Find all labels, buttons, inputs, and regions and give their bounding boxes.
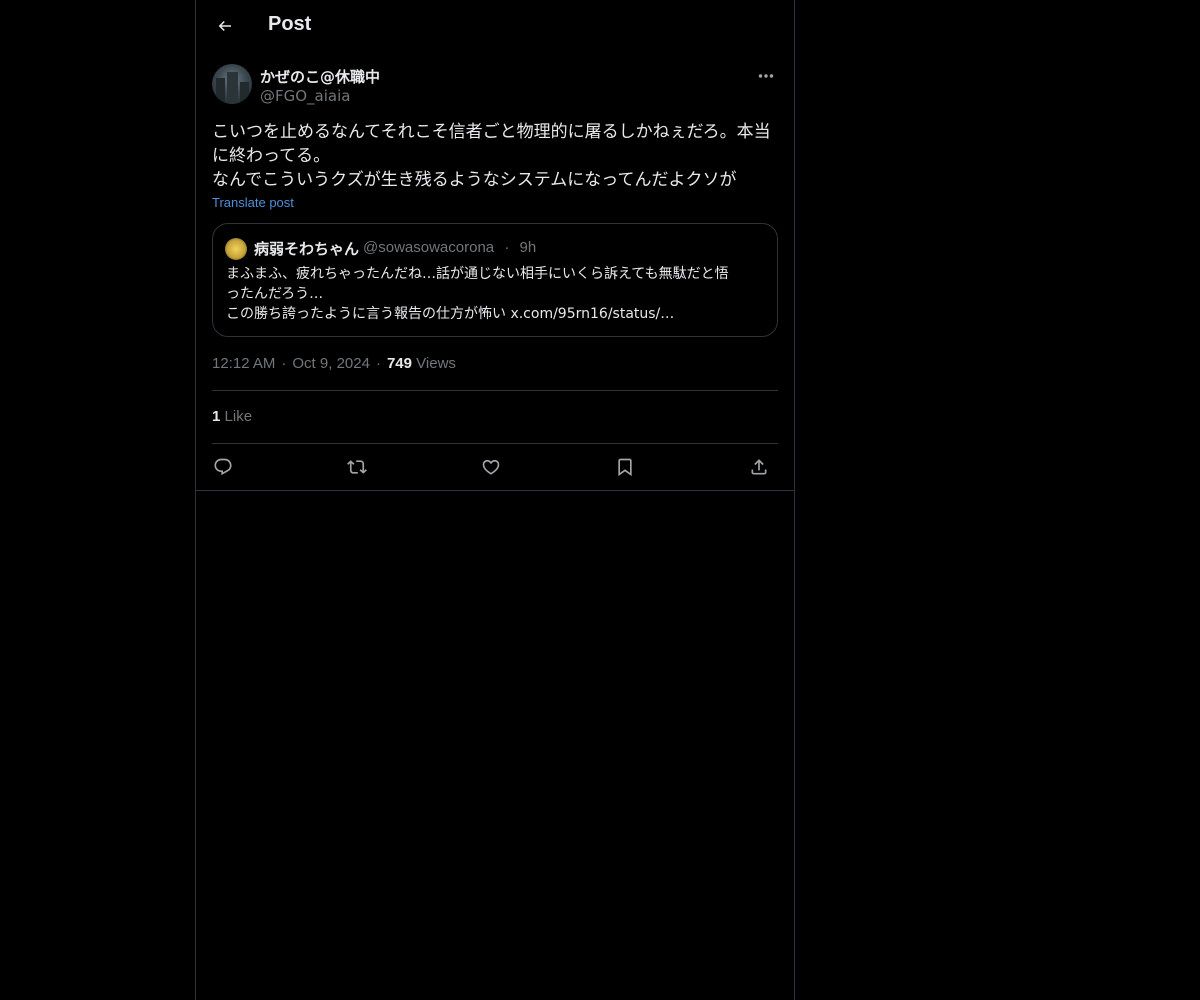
- reply-button[interactable]: [208, 452, 238, 482]
- quote-separator: ·: [504, 239, 510, 256]
- divider: [212, 390, 778, 391]
- repost-icon: [347, 457, 367, 477]
- post-meta: 12:12 AM · Oct 9, 2024 · 749 Views: [212, 355, 456, 372]
- post-bottom-border: [196, 490, 794, 491]
- author-handle[interactable]: @FGO_aiaia: [260, 87, 350, 105]
- quote-time: 9h: [519, 239, 537, 256]
- post-author: かぜのこ@休職中 @FGO_aiaia: [212, 64, 778, 108]
- back-button[interactable]: [208, 9, 242, 43]
- post-time[interactable]: 12:12 AM: [212, 355, 275, 372]
- like-button[interactable]: [476, 452, 506, 482]
- post-text-line: なんでこういうクズが生き残るようなシステムになってんだよクソが: [212, 170, 737, 190]
- post-date[interactable]: Oct 9, 2024: [292, 355, 370, 372]
- page-header: Post: [196, 0, 794, 53]
- post-text: こいつを止めるなんてそれこそ信者ごと物理的に屠るしかねぇだろ。本当 に終わってる…: [212, 120, 778, 192]
- quote-text: まふまふ、疲れちゃったんだね…話が通じない相手にいくら訴えても無駄だと悟 ったん…: [226, 264, 771, 324]
- post-text-line: に終わってる。: [212, 146, 331, 166]
- meta-separator: ·: [375, 355, 381, 372]
- post-text-line: こいつを止めるなんてそれこそ信者ごと物理的に屠るしかねぇだろ。本当: [212, 122, 771, 142]
- translate-post-link[interactable]: Translate post: [212, 195, 294, 210]
- share-button[interactable]: [744, 452, 774, 482]
- bookmark-button[interactable]: [610, 452, 640, 482]
- meta-separator: ·: [281, 355, 287, 372]
- likes-label: Like: [224, 408, 253, 425]
- views-count: 749: [386, 355, 412, 372]
- quote-display-name: 病弱そわちゃん: [254, 240, 360, 258]
- quote-avatar: [225, 238, 247, 260]
- arrow-left-icon: [216, 17, 234, 35]
- action-bar: [212, 452, 778, 482]
- reply-icon: [213, 457, 233, 477]
- quote-handle: @sowasowacorona: [363, 239, 495, 256]
- quote-text-line: ったんだろう…: [226, 286, 324, 302]
- repost-button[interactable]: [342, 452, 372, 482]
- more-button[interactable]: [754, 66, 778, 86]
- more-horizontal-icon: [758, 73, 774, 79]
- author-display-name[interactable]: かぜのこ@休職中: [260, 66, 380, 87]
- page-title: Post: [268, 13, 312, 35]
- bookmark-icon: [615, 457, 635, 477]
- likes-link[interactable]: 1 Like: [212, 408, 252, 425]
- heart-icon: [481, 457, 501, 477]
- share-icon: [749, 457, 769, 477]
- quote-text-line: まふまふ、疲れちゃったんだね…話が通じない相手にいくら訴えても無駄だと悟: [226, 266, 729, 282]
- likes-count: 1: [212, 408, 221, 425]
- avatar[interactable]: [212, 64, 252, 104]
- divider: [212, 443, 778, 444]
- quote-meta: @sowasowacorona · 9h: [363, 239, 536, 256]
- post-column: Post かぜのこ@休職中 @FGO_aiaia こいつを止めるなんてそれこそ信…: [195, 0, 795, 1000]
- views-label: Views: [416, 355, 456, 372]
- quote-text-line: この勝ち誇ったように言う報告の仕方が怖い x.com/95rn16/status…: [226, 306, 675, 322]
- quoted-post[interactable]: 病弱そわちゃん @sowasowacorona · 9h まふまふ、疲れちゃった…: [212, 223, 778, 337]
